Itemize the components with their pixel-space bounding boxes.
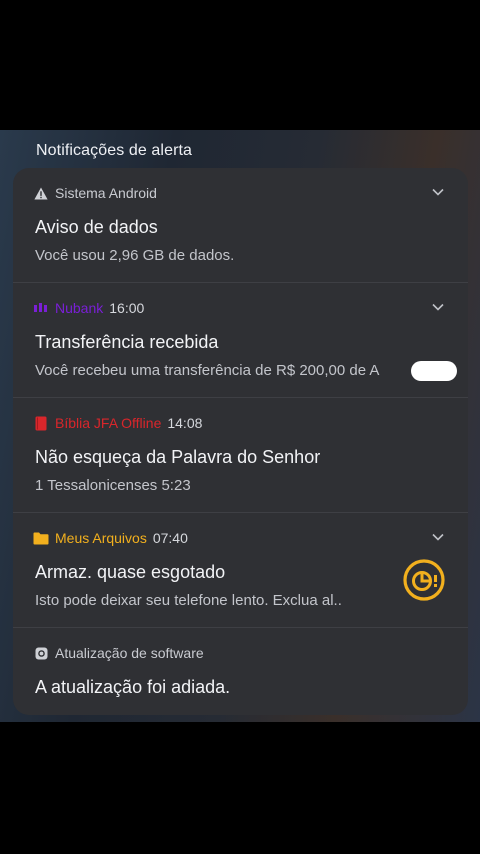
app-header: Atualização de software	[33, 644, 204, 662]
notification-title: Transferência recebida	[35, 332, 219, 352]
notification-time: 07:40	[152, 530, 188, 546]
chevron-down-icon[interactable]	[430, 299, 446, 315]
app-name: Nubank	[55, 300, 104, 316]
notification-time: 14:08	[167, 415, 203, 431]
app-header: Sistema Android	[33, 184, 157, 202]
notification-body: Isto pode deixar seu telefone lento. Exc…	[35, 592, 342, 609]
notification-bible[interactable]: Bíblia JFA Offline 14:08 Não esqueça da …	[13, 398, 468, 513]
chevron-down-icon[interactable]	[430, 184, 446, 200]
notification-title: A atualização foi adiada.	[35, 677, 231, 697]
notification-body: Você usou 2,96 GB de dados.	[35, 247, 235, 264]
notification-title: Não esqueça da Palavra do Senhor	[35, 447, 321, 467]
section-title: Notificações de alerta	[36, 142, 193, 159]
app-name: Bíblia JFA Offline	[55, 415, 162, 431]
notification-body: Você recebeu uma transferência de R$ 200…	[35, 362, 380, 379]
notification-storage[interactable]: Meus Arquivos 07:40 Armaz. quase esgotad…	[13, 513, 468, 628]
redaction-mark	[411, 361, 457, 381]
nubank-icon	[33, 300, 49, 316]
software-update-icon	[33, 645, 49, 661]
bible-icon	[33, 415, 49, 431]
folder-icon	[33, 530, 49, 546]
app-name: Sistema Android	[55, 185, 157, 201]
notification-panel: Sistema Android Aviso de dados Você usou…	[13, 168, 468, 715]
notification-transfer[interactable]: Nubank 16:00 Transferência recebida Você…	[13, 283, 468, 398]
app-header: Meus Arquivos 07:40	[33, 529, 188, 547]
notification-data-warning[interactable]: Sistema Android Aviso de dados Você usou…	[13, 168, 468, 283]
storage-warning-icon	[401, 557, 447, 603]
warning-icon	[33, 185, 49, 201]
notification-body: 1 Tessalonicenses 5:23	[35, 477, 191, 494]
notification-shade: Notificações de alerta Sistema Android A…	[0, 130, 480, 722]
notification-title: Armaz. quase esgotado	[35, 562, 226, 582]
app-name: Meus Arquivos	[55, 530, 147, 546]
app-header: Nubank 16:00	[33, 299, 144, 317]
app-name: Atualização de software	[55, 645, 204, 661]
app-header: Bíblia JFA Offline 14:08	[33, 414, 202, 432]
notification-time: 16:00	[109, 300, 145, 316]
notification-software-update[interactable]: Atualização de software A atualização fo…	[13, 628, 468, 715]
chevron-down-icon[interactable]	[430, 529, 446, 545]
notification-title: Aviso de dados	[35, 217, 158, 237]
